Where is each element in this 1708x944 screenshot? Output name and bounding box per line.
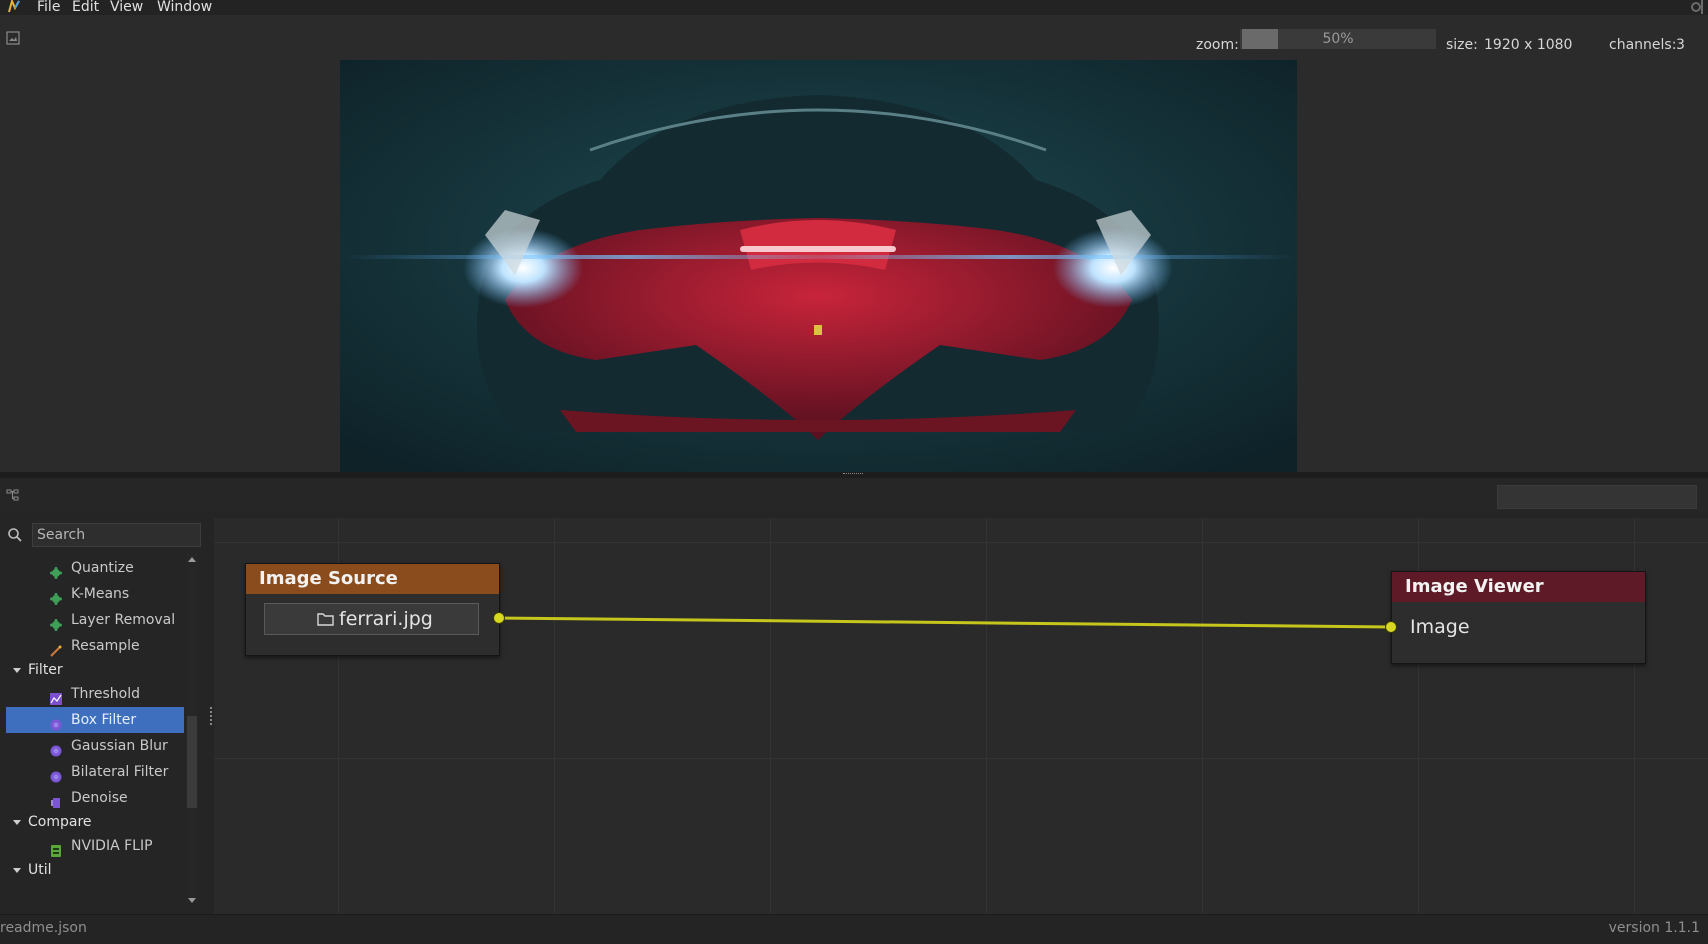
search-icon (8, 528, 22, 542)
menu-window[interactable]: Window (157, 0, 212, 15)
zoom-value: 50% (1322, 31, 1354, 47)
blur-icon (50, 740, 62, 757)
zoom-label: zoom: (1196, 37, 1239, 53)
menu-file[interactable]: File (37, 0, 60, 15)
expand-arrow-icon[interactable] (13, 820, 21, 825)
node-title[interactable]: Image Viewer (1392, 572, 1645, 602)
node-list-item-label: Gaussian Blur (71, 738, 168, 754)
input-port[interactable] (1385, 621, 1397, 633)
output-port[interactable] (493, 612, 505, 624)
size-label: size: (1446, 37, 1478, 53)
wand-icon (50, 640, 62, 657)
version-label: version 1.1.1 (1608, 920, 1700, 936)
node-list-item-threshold[interactable]: Threshold (6, 681, 184, 707)
node-list-item-denoise[interactable]: Denoise (6, 785, 184, 811)
settings-icon[interactable] (1688, 0, 1704, 14)
file-select-button[interactable]: ferrari.jpg (264, 603, 479, 635)
channels-label: channels: (1609, 37, 1677, 53)
node-list-item-k-means[interactable]: K-Means (6, 581, 184, 607)
node-list-item-label: Resample (71, 638, 140, 654)
menu-edit[interactable]: Edit (72, 0, 99, 15)
node-list-item-label: NVIDIA FLIP (71, 838, 153, 854)
category-compare[interactable]: Compare (6, 809, 184, 835)
node-list-item-resample[interactable]: Resample (6, 633, 184, 659)
node-list-item-layer-removal[interactable]: Layer Removal (6, 607, 184, 633)
node-list-item-label: Threshold (71, 686, 140, 702)
node-list-item-bilateral-filter[interactable]: Bilateral Filter (6, 759, 184, 785)
node-list-item-label: Box Filter (71, 712, 137, 728)
denoise-icon (50, 792, 62, 808)
expand-arrow-icon[interactable] (13, 868, 21, 873)
node-editor-search-field[interactable] (1497, 485, 1697, 509)
scroll-up-arrow-icon[interactable] (188, 557, 196, 562)
blur-icon (50, 766, 62, 783)
node-title[interactable]: Image Source (246, 564, 499, 594)
expand-arrow-icon[interactable] (13, 668, 21, 673)
node-list-item-box-filter[interactable]: Box Filter (6, 707, 184, 733)
image-icon[interactable] (6, 31, 20, 45)
menu-view[interactable]: View (110, 0, 143, 15)
search-box[interactable] (32, 523, 201, 547)
category-label: Filter (28, 662, 63, 678)
category-util[interactable]: Util (6, 857, 184, 883)
input-port-label: Image (1410, 616, 1470, 638)
node-list-item-nvidia-flip[interactable]: NVIDIA FLIP (6, 833, 184, 859)
preview-image (340, 60, 1297, 472)
threshold-icon (50, 688, 62, 705)
size-value: 1920 x 1080 (1484, 37, 1573, 53)
cluster-icon (50, 614, 62, 631)
category-filter[interactable]: Filter (6, 657, 184, 683)
node-list-item-label: K-Means (71, 586, 130, 602)
node-list-item-label: Bilateral Filter (71, 764, 169, 780)
category-label: Util (28, 862, 52, 878)
node-list-item-gaussian-blur[interactable]: Gaussian Blur (6, 733, 184, 759)
cluster-icon (50, 588, 62, 605)
scroll-down-arrow-icon[interactable] (188, 898, 196, 903)
blur-icon (50, 714, 62, 731)
image-viewer-node[interactable]: Image Viewer Image (1391, 571, 1646, 664)
status-file-label: readme.json (0, 920, 87, 936)
node-list-item-label: Quantize (71, 560, 134, 576)
menu-bar: File Edit View Window (0, 0, 1708, 15)
status-bar (0, 914, 1708, 944)
node-list-item-quantize[interactable]: Quantize (6, 555, 184, 581)
file-name-label: ferrari.jpg (339, 608, 433, 630)
node-graph-icon[interactable] (6, 488, 20, 502)
node-list: Quantize K-Means Layer Removal Resample Filt… (6, 555, 184, 905)
category-label: Compare (28, 814, 92, 830)
viewer-toolbar: zoom: size: 1920 x 1080 channels: 3 (0, 15, 1708, 60)
splitter-grip[interactable] (843, 473, 863, 477)
search-input[interactable] (37, 525, 187, 545)
cluster-icon (50, 562, 62, 579)
folder-icon (317, 613, 334, 626)
scrollbar-thumb[interactable] (187, 716, 197, 808)
node-list-item-label: Layer Removal (71, 612, 176, 628)
flip-icon (50, 840, 62, 857)
app-logo-icon (8, 0, 20, 13)
node-editor-toolbar (0, 478, 1708, 512)
channels-value: 3 (1676, 37, 1685, 53)
node-list-item-label: Denoise (71, 790, 128, 806)
